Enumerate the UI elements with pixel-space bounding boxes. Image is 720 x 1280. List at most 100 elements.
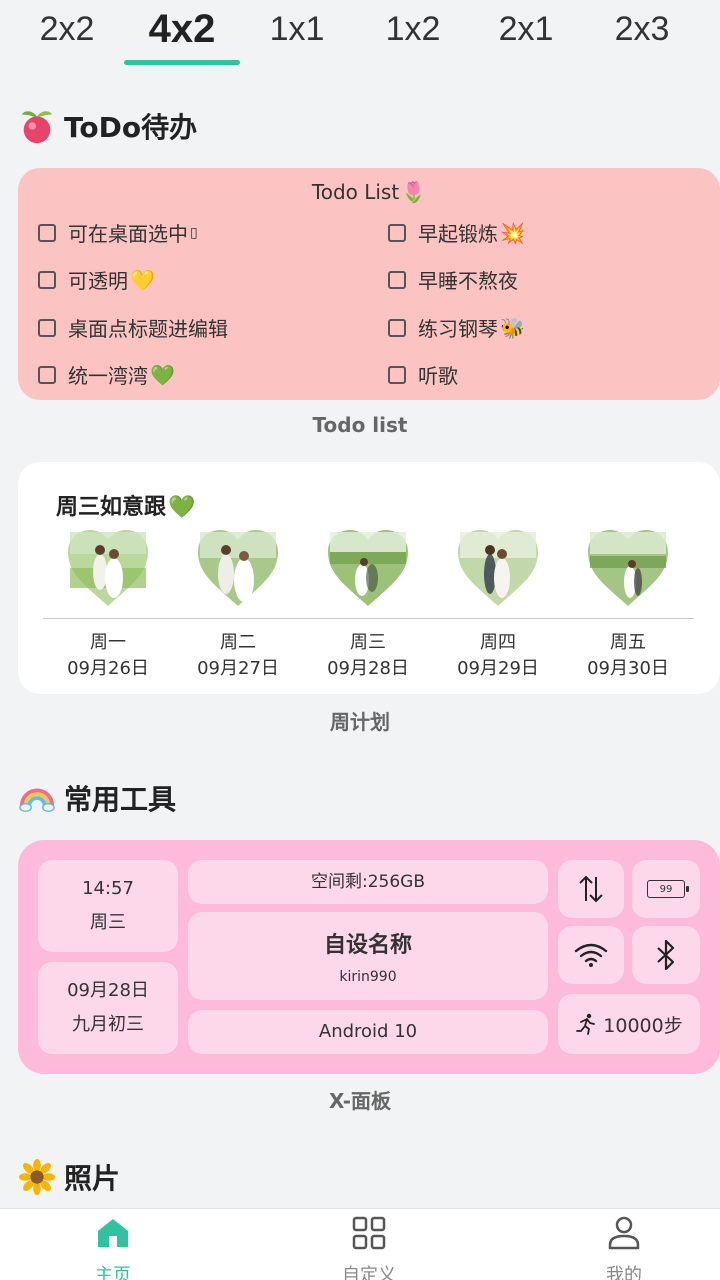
todo-item[interactable]: 统一湾湾 💚: [38, 360, 175, 389]
bee-icon: 🐝: [500, 315, 525, 340]
tab-2x2[interactable]: 2x2: [9, 10, 125, 49]
day-column: 周三 09月28日: [308, 630, 428, 682]
tab-1x1[interactable]: 1x1: [239, 10, 355, 49]
todo-item[interactable]: 早起锻炼 💥: [388, 218, 525, 247]
home-icon: [98, 1219, 128, 1247]
battery-tile[interactable]: 99: [632, 860, 700, 918]
todo-checkbox[interactable]: [388, 318, 406, 337]
data-toggle[interactable]: [558, 860, 624, 918]
todo-checkbox[interactable]: [388, 270, 406, 289]
todo-item[interactable]: 可透明 💛: [38, 265, 155, 294]
week-widget-caption: 周计划: [330, 710, 390, 734]
day-name: 周一: [90, 632, 126, 653]
day-date: 09月28日: [327, 658, 409, 679]
day-column: 周四 09月29日: [438, 630, 558, 682]
tab-2x1[interactable]: 2x1: [468, 10, 584, 49]
day-column: 周五 09月30日: [568, 630, 688, 682]
time-tile[interactable]: 14:57 周三: [38, 860, 178, 952]
todo-checkbox[interactable]: [388, 365, 406, 384]
todo-item-text: 练习钢琴: [418, 317, 498, 341]
time-text: 14:57: [82, 878, 134, 899]
todo-item-text: 可透明: [68, 269, 128, 293]
todo-checkbox[interactable]: [38, 318, 56, 337]
x-panel-widget[interactable]: 14:57 周三 09月28日 九月初三 空间剩:256GB 自设名称 kiri…: [18, 840, 720, 1074]
todo-item[interactable]: 桌面点标题进编辑: [38, 313, 228, 342]
nav-profile[interactable]: 我的: [564, 1215, 684, 1280]
lunar-date-text: 九月初三: [72, 1014, 144, 1035]
running-icon: [576, 1013, 596, 1035]
todo-item-text: 听歌: [418, 364, 458, 388]
sunflower-icon: [18, 1158, 56, 1196]
android-version-tile[interactable]: Android 10: [188, 1010, 548, 1054]
weekday-text: 周三: [90, 912, 126, 933]
steps-text: 10000步: [603, 1014, 683, 1037]
bottom-nav: 主页 自定义 我的: [0, 1208, 720, 1280]
chip-text: kirin990: [339, 969, 397, 985]
wifi-icon: [574, 943, 608, 967]
todo-checkbox[interactable]: [388, 223, 406, 242]
section-photos-title: 照片: [64, 1162, 121, 1195]
day-date: 09月26日: [67, 658, 149, 679]
week-divider: [43, 618, 694, 619]
heart-photo: [68, 530, 148, 606]
battery-icon: 99: [647, 880, 689, 898]
heart-photo: [588, 530, 668, 606]
size-tabs: 2x2 4x2 1x1 1x2 2x1 2x3: [0, 0, 720, 70]
section-photos-header: 照片: [18, 1157, 120, 1197]
todo-checkbox[interactable]: [38, 365, 56, 384]
nav-home-label: 主页: [95, 1265, 131, 1280]
day-column: 周二 09月27日: [178, 630, 298, 682]
section-tools-title: 常用工具: [64, 783, 177, 816]
todo-item-text: 早起锻炼: [418, 222, 498, 246]
day-name: 周三: [350, 632, 386, 653]
tab-4x2[interactable]: 4x2: [124, 7, 240, 65]
week-title-text: 周三如意跟: [56, 495, 167, 520]
todo-item-text: 统一湾湾: [68, 364, 148, 388]
grid-icon: [352, 1216, 386, 1250]
day-name: 周五: [610, 632, 646, 653]
date-tile[interactable]: 09月28日 九月初三: [38, 962, 178, 1054]
nav-profile-label: 我的: [606, 1265, 642, 1280]
bluetooth-toggle[interactable]: [632, 926, 700, 984]
custom-name-text: 自设名称: [323, 933, 412, 958]
todo-item[interactable]: 早睡不熬夜: [388, 265, 518, 294]
todo-widget-title[interactable]: Todo List 🌷: [18, 180, 720, 204]
todo-widget-caption: Todo list: [312, 413, 408, 437]
date-text: 09月28日: [67, 980, 149, 1001]
android-version-text: Android 10: [318, 1021, 418, 1042]
battery-level: 99: [659, 883, 673, 895]
todo-item[interactable]: 练习钢琴 🐝: [388, 313, 525, 342]
steps-tile[interactable]: 10000步: [558, 994, 700, 1054]
todo-title-text: Todo List: [311, 180, 400, 204]
tab-2x3[interactable]: 2x3: [584, 10, 700, 49]
todo-item[interactable]: 听歌: [388, 360, 458, 389]
nav-custom[interactable]: 自定义: [309, 1215, 429, 1280]
x-panel-caption: X-面板: [328, 1089, 392, 1113]
bluetooth-icon: [657, 939, 675, 971]
week-plan-widget[interactable]: 周三如意跟💚 周一 09月26日 周二 09月27日 周三 09月28日 周四 …: [18, 462, 720, 694]
section-tools-header: 常用工具: [18, 778, 176, 818]
todo-item-text: 桌面点标题进编辑: [68, 317, 228, 341]
yellow-heart-icon: 💛: [130, 267, 155, 292]
tulip-icon: 🌷: [401, 180, 427, 204]
wifi-toggle[interactable]: [558, 926, 624, 984]
day-column: 周一 09月26日: [48, 630, 168, 682]
section-todo-title: ToDo待办: [64, 111, 198, 144]
day-date: 09月29日: [457, 658, 539, 679]
storage-tile[interactable]: 空间剩:256GB: [188, 860, 548, 904]
peach-icon: [21, 111, 53, 144]
todo-item[interactable]: 可在桌面选中 ▯: [38, 218, 198, 247]
day-name: 周四: [480, 632, 516, 653]
active-tab-indicator: [124, 60, 240, 65]
day-date: 09月27日: [197, 658, 279, 679]
week-widget-title[interactable]: 周三如意跟💚: [56, 489, 195, 521]
tab-1x2[interactable]: 1x2: [355, 10, 471, 49]
device-name-tile[interactable]: 自设名称 kirin990: [188, 912, 548, 1000]
nav-custom-label: 自定义: [342, 1265, 396, 1280]
todo-item-text: 早睡不熬夜: [418, 269, 518, 293]
nav-home[interactable]: 主页: [53, 1215, 173, 1280]
heart-photo: [198, 530, 278, 606]
todo-checkbox[interactable]: [38, 223, 56, 242]
todo-checkbox[interactable]: [38, 270, 56, 289]
todo-widget[interactable]: Todo List 🌷 可在桌面选中 ▯ 可透明 💛 桌面点标题进编辑 统一湾湾 💚 早…: [18, 168, 720, 400]
